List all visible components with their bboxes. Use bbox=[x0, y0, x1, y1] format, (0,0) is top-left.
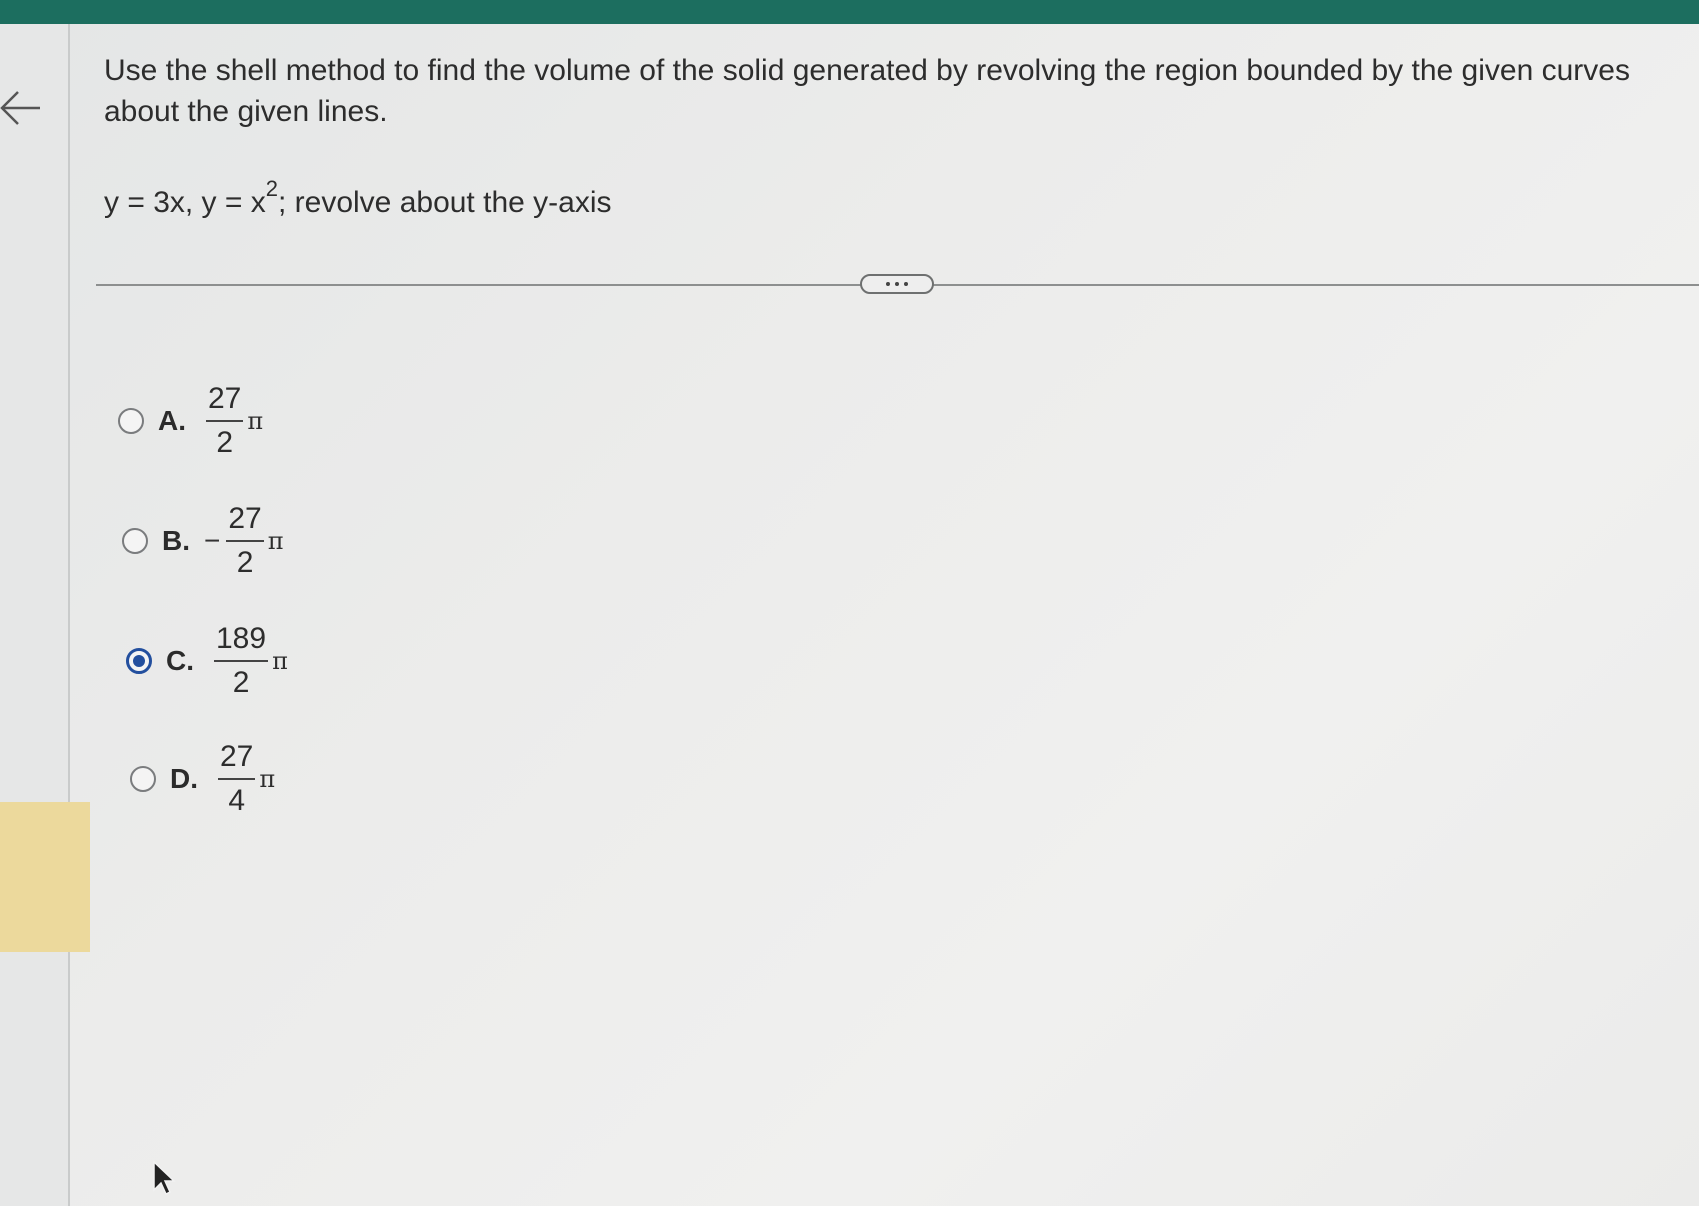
radio-button-a[interactable] bbox=[118, 408, 144, 434]
equation-exponent: 2 bbox=[265, 176, 278, 201]
fraction-numerator: 27 bbox=[206, 382, 244, 422]
option-fraction: 27 2 bbox=[206, 382, 244, 460]
fraction-denominator: 2 bbox=[216, 426, 234, 459]
option-letter: D. bbox=[170, 763, 198, 794]
more-ellipsis-button[interactable] bbox=[860, 274, 934, 294]
answer-option-c[interactable]: C. 189 2 π bbox=[126, 622, 288, 700]
option-fraction: 27 2 bbox=[226, 502, 264, 580]
pi-symbol: π bbox=[247, 407, 264, 435]
question-panel: Use the shell method to find the volume … bbox=[104, 50, 1684, 219]
answer-option-a[interactable]: A. 27 2 π bbox=[118, 382, 263, 460]
fraction-denominator: 2 bbox=[232, 666, 250, 699]
left-rail bbox=[0, 24, 70, 1206]
fraction-numerator: 189 bbox=[214, 622, 269, 662]
top-bar bbox=[0, 0, 1699, 24]
fraction-numerator: 27 bbox=[218, 740, 256, 780]
option-fraction: 189 2 bbox=[214, 622, 269, 700]
answer-option-b[interactable]: B. − 27 2 π bbox=[122, 502, 284, 580]
answer-option-d[interactable]: D. 27 4 π bbox=[130, 740, 275, 818]
fraction-denominator: 4 bbox=[228, 784, 246, 817]
fraction-numerator: 27 bbox=[226, 502, 264, 542]
option-letter: C. bbox=[166, 645, 194, 676]
back-arrow-icon[interactable] bbox=[0, 86, 44, 130]
radio-button-b[interactable] bbox=[122, 528, 148, 554]
option-sign: − bbox=[204, 525, 221, 556]
pi-symbol: π bbox=[259, 765, 276, 793]
question-equation: y = 3x, y = x2; revolve about the y-axis bbox=[104, 176, 612, 220]
question-text: Use the shell method to find the volume … bbox=[104, 54, 1630, 128]
fraction-denominator: 2 bbox=[236, 546, 254, 579]
radio-button-d[interactable] bbox=[130, 766, 156, 792]
mouse-pointer-icon bbox=[153, 1160, 176, 1196]
option-letter: A. bbox=[158, 405, 186, 436]
option-fraction: 27 4 bbox=[218, 740, 256, 818]
radio-button-c-selected[interactable] bbox=[126, 648, 152, 674]
page: Use the shell method to find the volume … bbox=[0, 0, 1699, 1206]
ellipsis-dot-icon bbox=[895, 282, 899, 286]
equation-main: y = 3x, y = x bbox=[104, 186, 266, 219]
pi-symbol: π bbox=[267, 527, 284, 555]
pi-symbol: π bbox=[272, 647, 288, 675]
left-rail-highlight bbox=[0, 802, 90, 952]
ellipsis-dot-icon bbox=[904, 282, 908, 286]
equation-tail: ; revolve about the y-axis bbox=[277, 186, 612, 219]
option-letter: B. bbox=[162, 525, 190, 556]
ellipsis-dot-icon bbox=[886, 282, 890, 286]
